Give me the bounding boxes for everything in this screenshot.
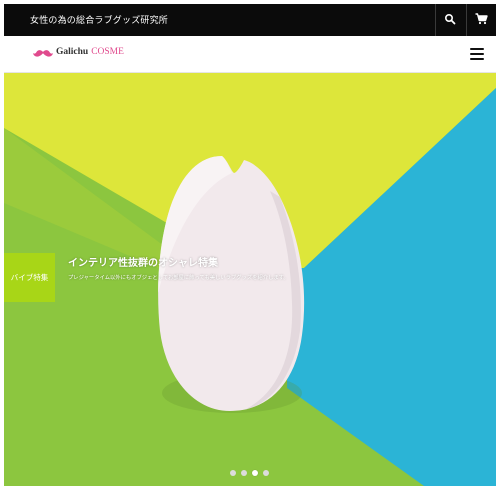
cart-icon [475, 13, 488, 25]
slider-dot-active[interactable] [252, 470, 258, 476]
hamburger-menu-icon[interactable] [470, 48, 484, 60]
hamburger-line [470, 58, 484, 60]
hero-subline: プレジャータイム以外にもオブジェとしてお部屋に飾っても美しいラブグッズを紹介しま… [68, 275, 289, 281]
slider-dot[interactable] [241, 470, 247, 476]
cart-button[interactable] [466, 4, 496, 36]
logo-text: Galichu COSME [56, 47, 124, 57]
site-header: Galichu COSME [4, 36, 496, 73]
hamburger-line [470, 53, 484, 55]
hero-headline[interactable]: インテリア性抜群のオシャレ特集 [68, 254, 218, 269]
slider-dot[interactable] [263, 470, 269, 476]
page-frame: 女性の為の総合ラブグッズ研究所 Galichu COSME バイブ特集 インテリ… [4, 4, 496, 486]
search-icon [444, 13, 456, 25]
category-badge[interactable]: バイブ特集 [4, 253, 55, 302]
slider-dot[interactable] [230, 470, 236, 476]
site-tagline: 女性の為の総合ラブグッズ研究所 [30, 16, 169, 26]
search-button[interactable] [435, 4, 466, 36]
hamburger-line [470, 48, 484, 50]
logo-text-primary: Galichu [56, 47, 89, 57]
logo-text-secondary: COSME [91, 47, 124, 57]
hero-slider[interactable]: バイブ特集 インテリア性抜群のオシャレ特集 プレジャータイム以外にもオブジェとし… [4, 73, 496, 486]
mustache-icon [33, 50, 53, 57]
top-bar: 女性の為の総合ラブグッズ研究所 [4, 4, 496, 36]
